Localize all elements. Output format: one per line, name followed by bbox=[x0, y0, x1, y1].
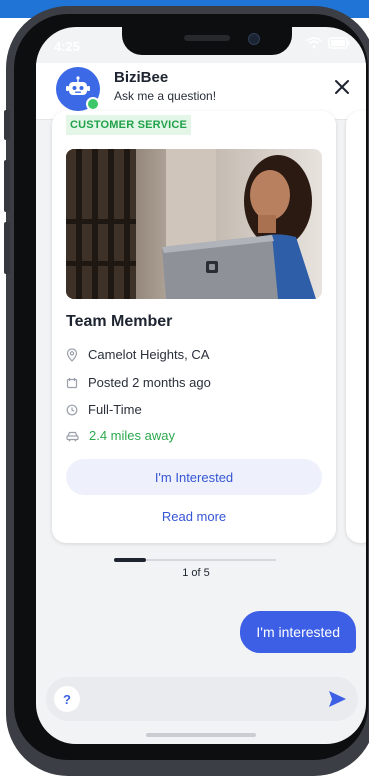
bot-subtitle: Ask me a question! bbox=[114, 89, 217, 103]
job-card: CUSTOMER SERVICE Team Member Camelot Hei… bbox=[52, 111, 336, 543]
car-icon bbox=[66, 430, 79, 442]
distance-row: 2.4 miles away bbox=[66, 428, 175, 443]
calendar-icon bbox=[66, 377, 78, 389]
read-more-link[interactable]: Read more bbox=[66, 509, 322, 524]
home-indicator bbox=[146, 733, 256, 737]
page-indicator: 1 of 5 bbox=[182, 567, 210, 579]
bot-name: BiziBee bbox=[114, 69, 169, 86]
speaker bbox=[184, 35, 230, 41]
type-row: Full-Time bbox=[66, 402, 142, 417]
status-icons bbox=[306, 37, 350, 49]
clock-icon bbox=[66, 404, 78, 416]
send-button[interactable] bbox=[326, 688, 348, 710]
avatar bbox=[56, 67, 100, 111]
side-button bbox=[4, 110, 10, 140]
carousel-progress bbox=[114, 558, 276, 562]
distance-text: 2.4 miles away bbox=[89, 428, 175, 443]
online-indicator bbox=[86, 97, 100, 111]
location-row: Camelot Heights, CA bbox=[66, 347, 209, 362]
notch bbox=[122, 27, 292, 55]
wifi-icon bbox=[306, 37, 322, 49]
location-text: Camelot Heights, CA bbox=[88, 347, 210, 362]
job-title: Team Member bbox=[66, 313, 173, 330]
carousel-progress-fill bbox=[114, 558, 147, 562]
interested-button[interactable]: I'm Interested bbox=[66, 459, 322, 495]
close-button[interactable] bbox=[332, 77, 352, 97]
side-button bbox=[4, 160, 10, 212]
phone-screen: 4:25 BiziBee Ask me a question! CUSTOMER… bbox=[36, 27, 366, 744]
send-icon bbox=[326, 691, 348, 714]
job-photo bbox=[66, 149, 322, 299]
posted-row: Posted 2 months ago bbox=[66, 375, 211, 390]
user-message-bubble: I'm interested bbox=[240, 611, 356, 653]
battery-icon bbox=[328, 37, 350, 49]
message-input[interactable] bbox=[88, 685, 312, 715]
close-icon bbox=[332, 80, 352, 101]
help-button[interactable]: ? bbox=[54, 686, 80, 712]
category-tag: CUSTOMER SERVICE bbox=[66, 115, 192, 135]
posted-text: Posted 2 months ago bbox=[88, 375, 211, 390]
camera bbox=[248, 33, 260, 45]
status-time: 4:25 bbox=[54, 39, 81, 54]
next-job-card[interactable] bbox=[346, 111, 366, 543]
location-pin-icon bbox=[66, 347, 78, 362]
type-text: Full-Time bbox=[88, 402, 142, 417]
side-button bbox=[4, 222, 10, 274]
message-input-bar: ? bbox=[46, 677, 358, 721]
